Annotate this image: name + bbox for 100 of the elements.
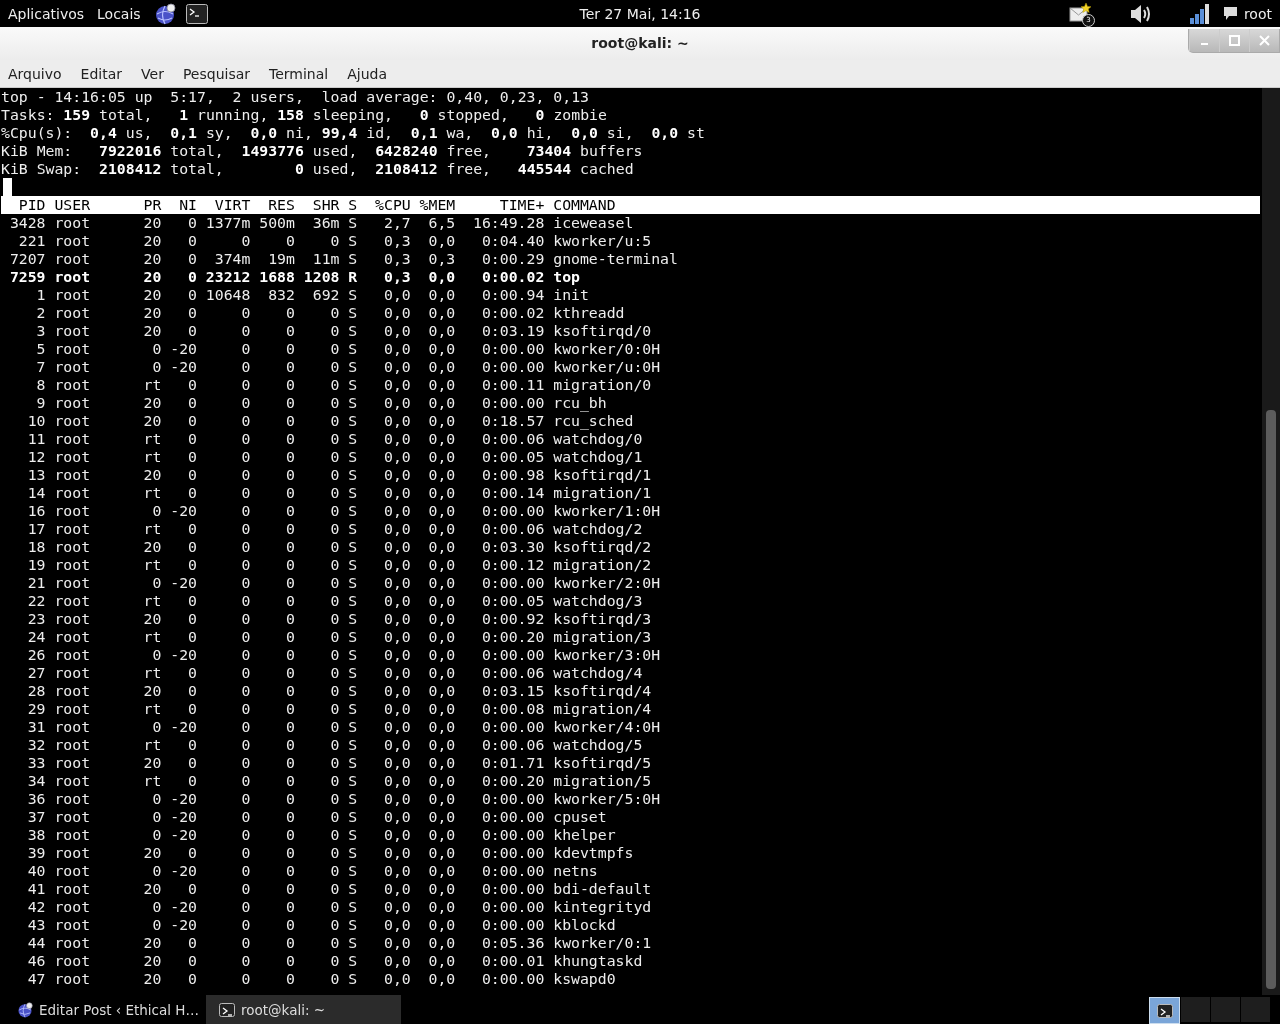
- table-cell-text: S: [347, 322, 358, 340]
- table-cell-text: S: [347, 448, 358, 466]
- table-cell-text: S: [347, 808, 358, 826]
- table-cell-text: 0: [329, 916, 340, 934]
- table-cell-text: 0: [187, 970, 197, 988]
- table-cell-text: 0: [240, 394, 251, 412]
- table-cell: migration/1: [553, 484, 652, 502]
- table-cell-text: 0: [187, 268, 197, 286]
- table-cell-text: 221: [17, 232, 46, 250]
- table-cell-text: 0,0: [382, 718, 411, 736]
- table-cell-text: 0: [285, 376, 295, 394]
- table-cell-text: 0,0: [427, 394, 456, 412]
- mail-notification-icon[interactable]: [1068, 1, 1093, 22]
- table-cell-text: 37: [26, 808, 46, 826]
- table-cell-text: root: [54, 322, 92, 340]
- user-menu[interactable]: root: [1243, 5, 1272, 22]
- table-cell-text: 0: [329, 610, 340, 628]
- table-cell-text: 0: [151, 646, 162, 664]
- table-cell-text: -20: [169, 862, 197, 880]
- table-cell-text: 0,3: [382, 268, 411, 286]
- table-cell-text: R: [347, 268, 358, 286]
- table-cell-text: rt: [142, 700, 162, 718]
- table-cell-text: -20: [169, 646, 197, 664]
- menu-item[interactable]: Ver: [141, 65, 164, 82]
- menu-item[interactable]: Editar: [80, 65, 123, 82]
- table-cell-text: root: [54, 772, 92, 790]
- table-cell-text: 0: [240, 466, 251, 484]
- table-cell-text: 0: [329, 808, 340, 826]
- table-cell-text: 0: [240, 628, 251, 646]
- table-cell-text: S: [347, 754, 358, 772]
- table-cell-text: 0,0: [382, 808, 411, 826]
- table-cell-text: root: [54, 250, 92, 268]
- table-cell-text: 2: [35, 304, 46, 322]
- panel-clock[interactable]: Ter 27 Mai, 14:16: [579, 6, 701, 22]
- table-cell-text: 0: [240, 484, 251, 502]
- table-cell-text: 0: [285, 970, 295, 988]
- table-cell-text: 33: [26, 754, 46, 772]
- table-cell-text: 0:00.92: [480, 610, 545, 628]
- table-cell-text: root: [54, 286, 92, 304]
- table-cell-text: 26: [26, 646, 46, 664]
- table-cell-text: 0:00.05: [480, 448, 545, 466]
- taskbar-button[interactable]: root@kali: ~: [206, 995, 401, 1024]
- table-cell-text: 0: [187, 772, 197, 790]
- table-cell-text: 0,0: [427, 232, 456, 250]
- chat-status-icon[interactable]: [1222, 6, 1238, 21]
- table-cell: kworker/5:0H: [553, 790, 661, 808]
- table-cell-text: root: [54, 700, 92, 718]
- menu-item[interactable]: Pesquisar: [182, 65, 251, 82]
- panel-menu[interactable]: Locais: [97, 5, 141, 22]
- table-cell: gnome-terminal: [553, 250, 678, 268]
- browser-launcher-icon[interactable]: [153, 2, 176, 25]
- table-cell-text: 20: [142, 754, 162, 772]
- table-cell-text: 0: [240, 952, 251, 970]
- table-cell: kintegrityd: [553, 898, 652, 916]
- workspace-button[interactable]: [1149, 997, 1180, 1024]
- table-cell-text: 0: [187, 952, 197, 970]
- table-cell-text: root: [54, 484, 92, 502]
- table-cell-text: 20: [142, 880, 162, 898]
- table-cell-text: 0,0: [382, 574, 411, 592]
- table-cell-text: 0: [187, 934, 197, 952]
- table-cell-text: S: [347, 394, 358, 412]
- terminal-launcher-icon[interactable]: [185, 3, 208, 24]
- table-cell-text: 0: [329, 790, 340, 808]
- table-cell-text: 12: [26, 448, 46, 466]
- table-cell-text: 0:00.20: [480, 772, 545, 790]
- table-cell-text: 0:00.20: [480, 628, 545, 646]
- table-cell-text: 0: [187, 250, 197, 268]
- table-cell-text: 20: [142, 610, 162, 628]
- scrollbar-thumb[interactable]: [1266, 410, 1276, 989]
- table-cell-text: 0,0: [382, 322, 411, 340]
- panel-menu[interactable]: Aplicativos: [8, 5, 85, 22]
- scrollbar[interactable]: [1262, 88, 1280, 995]
- table-cell-text: 0,0: [427, 286, 456, 304]
- table-cell-text: 0,0: [382, 952, 411, 970]
- table-cell-text: 20: [142, 844, 162, 862]
- table-cell: kblockd: [553, 916, 616, 934]
- table-cell-text: 0: [329, 448, 340, 466]
- table-cell-text: -20: [169, 574, 197, 592]
- menu-item[interactable]: Arquivo: [8, 65, 62, 82]
- table-cell-text: 20: [142, 466, 162, 484]
- table-cell-text: S: [347, 916, 358, 934]
- table-cell-text: 6,5: [427, 214, 456, 232]
- table-cell-text: 20: [142, 934, 162, 952]
- table-cell: watchdog/3: [553, 592, 643, 610]
- window-title: root@kali: ~: [591, 34, 689, 51]
- menu-item[interactable]: Terminal: [269, 65, 329, 82]
- table-cell-text: root: [54, 628, 92, 646]
- table-cell-text: -20: [169, 916, 197, 934]
- table-cell-text: 0: [240, 322, 251, 340]
- table-cell: ksoftirqd/0: [553, 322, 652, 340]
- table-cell-text: 0: [329, 592, 340, 610]
- table-cell-text: 0: [187, 880, 197, 898]
- table-cell-text: 0: [187, 376, 197, 394]
- column-header: COMMAND: [553, 196, 616, 214]
- menu-item[interactable]: Ajuda: [347, 65, 388, 82]
- table-cell-text: S: [347, 736, 358, 754]
- network-signal-icon[interactable]: [1188, 2, 1210, 25]
- table-cell-text: 46: [26, 952, 46, 970]
- table-cell-text: root: [54, 214, 92, 232]
- table-cell-text: root: [54, 844, 92, 862]
